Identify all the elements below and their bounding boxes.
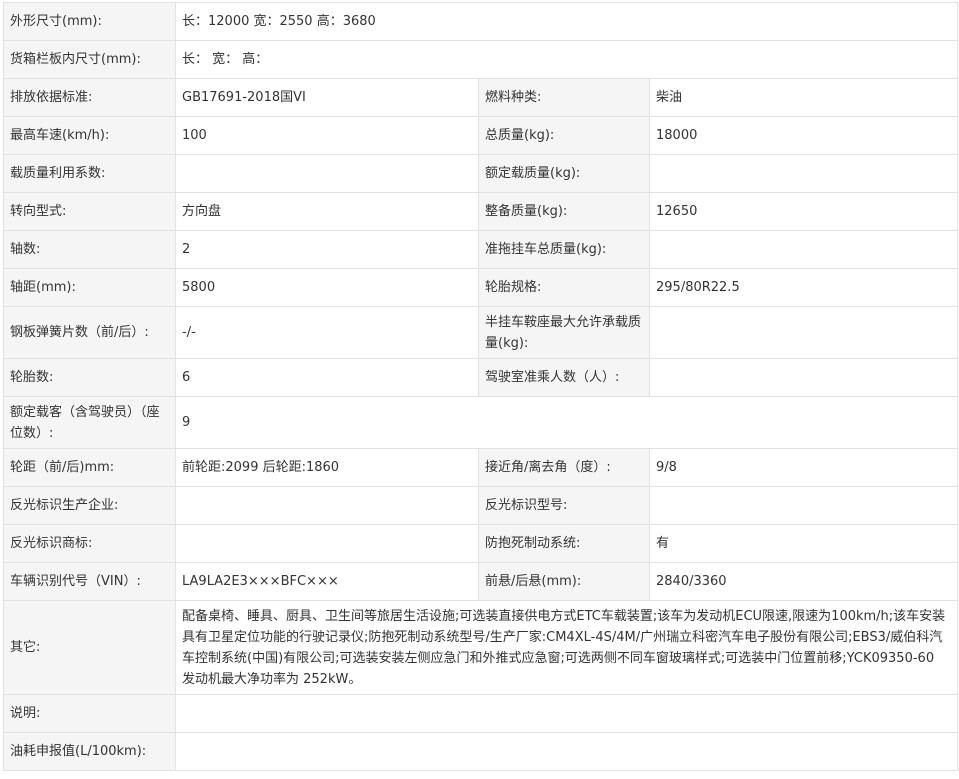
reflector-maker-label: 反光标识生产企业: xyxy=(3,486,176,525)
table-row: 说明: xyxy=(3,694,959,733)
tire-spec-value: 295/80R22.5 xyxy=(648,268,959,307)
reflector-brand-value xyxy=(175,524,479,563)
approach-angle-value: 9/8 xyxy=(648,448,959,487)
rated-load-label: 额定载质量(kg): xyxy=(478,154,650,193)
vin-value: LA9LA2E3×××BFC××× xyxy=(175,562,479,601)
table-row: 轮距（前/后)mm: 前轮距:2099 后轮距:1860 接近角/离去角（度）:… xyxy=(3,448,959,487)
max-speed-value: 100 xyxy=(175,116,479,155)
total-mass-value: 18000 xyxy=(648,116,959,155)
axles-label: 轴数: xyxy=(3,230,176,269)
table-row: 排放依据标准: GB17691-2018国VI 燃料种类: 柴油 xyxy=(3,78,959,117)
leaf-springs-label: 钢板弹簧片数（前/后）: xyxy=(3,306,176,359)
seats-value: 9 xyxy=(174,396,959,449)
other-label: 其它: xyxy=(3,600,176,695)
tire-spec-label: 轮胎规格: xyxy=(478,268,650,307)
vin-label: 车辆识别代号（VIN）: xyxy=(3,562,176,601)
emission-standard-value: GB17691-2018国VI xyxy=(175,78,479,117)
wheelbase-label: 轴距(mm): xyxy=(3,268,176,307)
track-label: 轮距（前/后)mm: xyxy=(3,448,176,487)
table-row: 轴数: 2 准拖挂车总质量(kg): xyxy=(3,230,959,269)
seats-label: 额定载客（含驾驶员）（座位数）: xyxy=(3,396,176,449)
wheelbase-value: 5800 xyxy=(175,268,479,307)
approach-angle-label: 接近角/离去角（度）: xyxy=(478,448,650,487)
notes-label: 说明: xyxy=(3,694,176,733)
overhang-label: 前悬/后悬(mm): xyxy=(478,562,650,601)
trailer-mass-value xyxy=(648,230,959,269)
saddle-load-value xyxy=(648,306,959,359)
table-row: 油耗申报值(L/100km): xyxy=(3,732,959,771)
table-row: 反光标识生产企业: 反光标识型号: xyxy=(3,486,959,525)
leaf-springs-value: -/- xyxy=(175,306,479,359)
notes-value xyxy=(174,694,959,733)
trailer-mass-label: 准拖挂车总质量(kg): xyxy=(478,230,650,269)
overhang-value: 2840/3360 xyxy=(648,562,959,601)
reflector-brand-label: 反光标识商标: xyxy=(3,524,176,563)
abs-value: 有 xyxy=(648,524,959,563)
axles-value: 2 xyxy=(175,230,479,269)
table-row: 轮胎数: 6 驾驶室准乘人数（人）: xyxy=(3,358,959,397)
tire-count-value: 6 xyxy=(175,358,479,397)
table-row: 转向型式: 方向盘 整备质量(kg): 12650 xyxy=(3,192,959,231)
cargo-box-label: 货箱栏板内尺寸(mm): xyxy=(3,40,176,79)
table-row: 外形尺寸(mm): 长：12000 宽：2550 高：3680 xyxy=(3,2,959,41)
curb-mass-label: 整备质量(kg): xyxy=(478,192,650,231)
load-utilization-value xyxy=(175,154,479,193)
steering-value: 方向盘 xyxy=(175,192,479,231)
cargo-box-value: 长： 宽： 高： xyxy=(174,40,959,79)
vehicle-spec-table: 外形尺寸(mm): 长：12000 宽：2550 高：3680 货箱栏板内尺寸(… xyxy=(3,2,959,771)
table-row: 额定载客（含驾驶员）（座位数）: 9 xyxy=(3,396,959,449)
fuel-consumption-value xyxy=(174,732,959,771)
max-speed-label: 最高车速(km/h): xyxy=(3,116,176,155)
table-row: 最高车速(km/h): 100 总质量(kg): 18000 xyxy=(3,116,959,155)
table-row: 其它: 配备桌椅、睡具、厨具、卫生间等旅居生活设施;可选装直接供电方式ETC车载… xyxy=(3,600,959,695)
curb-mass-value: 12650 xyxy=(648,192,959,231)
tire-count-label: 轮胎数: xyxy=(3,358,176,397)
table-row: 反光标识商标: 防抱死制动系统: 有 xyxy=(3,524,959,563)
table-row: 车辆识别代号（VIN）: LA9LA2E3×××BFC××× 前悬/后悬(mm)… xyxy=(3,562,959,601)
load-utilization-label: 载质量利用系数: xyxy=(3,154,176,193)
rated-load-value xyxy=(648,154,959,193)
cab-passengers-label: 驾驶室准乘人数（人）: xyxy=(478,358,650,397)
table-row: 货箱栏板内尺寸(mm): 长： 宽： 高： xyxy=(3,40,959,79)
fuel-type-value: 柴油 xyxy=(648,78,959,117)
table-row: 钢板弹簧片数（前/后）: -/- 半挂车鞍座最大允许承载质量(kg): xyxy=(3,306,959,359)
total-mass-label: 总质量(kg): xyxy=(478,116,650,155)
saddle-load-label: 半挂车鞍座最大允许承载质量(kg): xyxy=(478,306,650,359)
steering-label: 转向型式: xyxy=(3,192,176,231)
fuel-type-label: 燃料种类: xyxy=(478,78,650,117)
reflector-model-value xyxy=(648,486,959,525)
other-value: 配备桌椅、睡具、厨具、卫生间等旅居生活设施;可选装直接供电方式ETC车载装置;该… xyxy=(174,600,959,695)
fuel-consumption-label: 油耗申报值(L/100km): xyxy=(3,732,176,771)
table-row: 轴距(mm): 5800 轮胎规格: 295/80R22.5 xyxy=(3,268,959,307)
track-value: 前轮距:2099 后轮距:1860 xyxy=(175,448,479,487)
cab-passengers-value xyxy=(648,358,959,397)
emission-standard-label: 排放依据标准: xyxy=(3,78,176,117)
abs-label: 防抱死制动系统: xyxy=(478,524,650,563)
table-row: 载质量利用系数: 额定载质量(kg): xyxy=(3,154,959,193)
reflector-maker-value xyxy=(175,486,479,525)
dimensions-value: 长：12000 宽：2550 高：3680 xyxy=(174,2,959,41)
reflector-model-label: 反光标识型号: xyxy=(478,486,650,525)
dimensions-label: 外形尺寸(mm): xyxy=(3,2,176,41)
